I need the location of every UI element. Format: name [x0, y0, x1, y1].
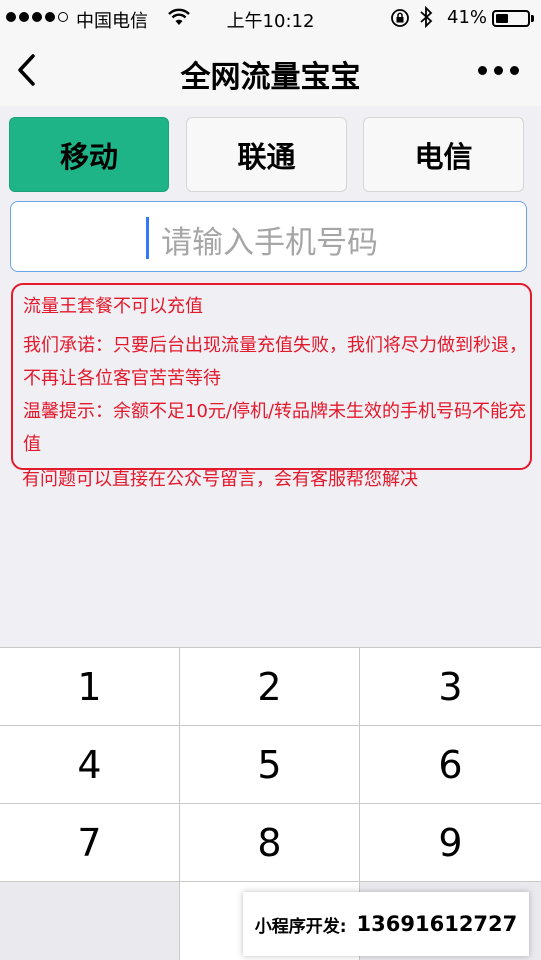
- nav-bar: 全网流量宝宝: [0, 36, 541, 106]
- key-1[interactable]: 1: [0, 647, 180, 725]
- banner-phone: 13691612727: [356, 912, 518, 936]
- phone-input-placeholder: 请输入手机号码: [161, 225, 378, 261]
- key-6[interactable]: 6: [360, 725, 541, 803]
- more-dots-icon[interactable]: [478, 66, 519, 75]
- key-blank: [0, 881, 180, 960]
- help-text: 有问题可以直接在公众号留言，会有客服帮您解决: [22, 469, 418, 490]
- bluetooth-icon: [419, 5, 433, 33]
- tab-telecom[interactable]: 电信: [363, 117, 524, 192]
- tab-unicom[interactable]: 联通: [186, 117, 347, 192]
- developer-contact-banner: 小程序开发: 13691612727: [243, 892, 529, 956]
- status-bar: 中国电信 上午10:12 41%: [0, 0, 541, 36]
- page-title: 全网流量宝宝: [180, 60, 361, 95]
- notice-line-package: 流量王套餐不可以充值: [23, 296, 203, 317]
- notice-line-tip: 温馨提示：余额不足10元/停机/转品牌未生效的手机号码不能充值: [23, 401, 527, 455]
- key-2[interactable]: 2: [180, 647, 360, 725]
- key-4[interactable]: 4: [0, 725, 180, 803]
- key-7[interactable]: 7: [0, 803, 180, 881]
- notice-box: 流量王套餐不可以充值 我们承诺：只要后台出现流量充值失败，我们将尽力做到秒退，不…: [11, 283, 532, 470]
- key-3[interactable]: 3: [360, 647, 541, 725]
- battery-level: [496, 14, 508, 23]
- phone-number-input[interactable]: 请输入手机号码: [10, 201, 527, 272]
- banner-label: 小程序开发:: [254, 916, 347, 937]
- notice-line-promise: 我们承诺：只要后台出现流量充值失败，我们将尽力做到秒退，不再让各位客官苦苦等待: [23, 335, 527, 389]
- key-5[interactable]: 5: [180, 725, 360, 803]
- key-9[interactable]: 9: [360, 803, 541, 881]
- key-8[interactable]: 8: [180, 803, 360, 881]
- tab-mobile[interactable]: 移动: [9, 117, 169, 192]
- battery-cap: [531, 15, 534, 22]
- rotation-lock-icon: [390, 8, 410, 33]
- battery-percent: 41%: [447, 7, 488, 28]
- battery-icon: [492, 10, 530, 27]
